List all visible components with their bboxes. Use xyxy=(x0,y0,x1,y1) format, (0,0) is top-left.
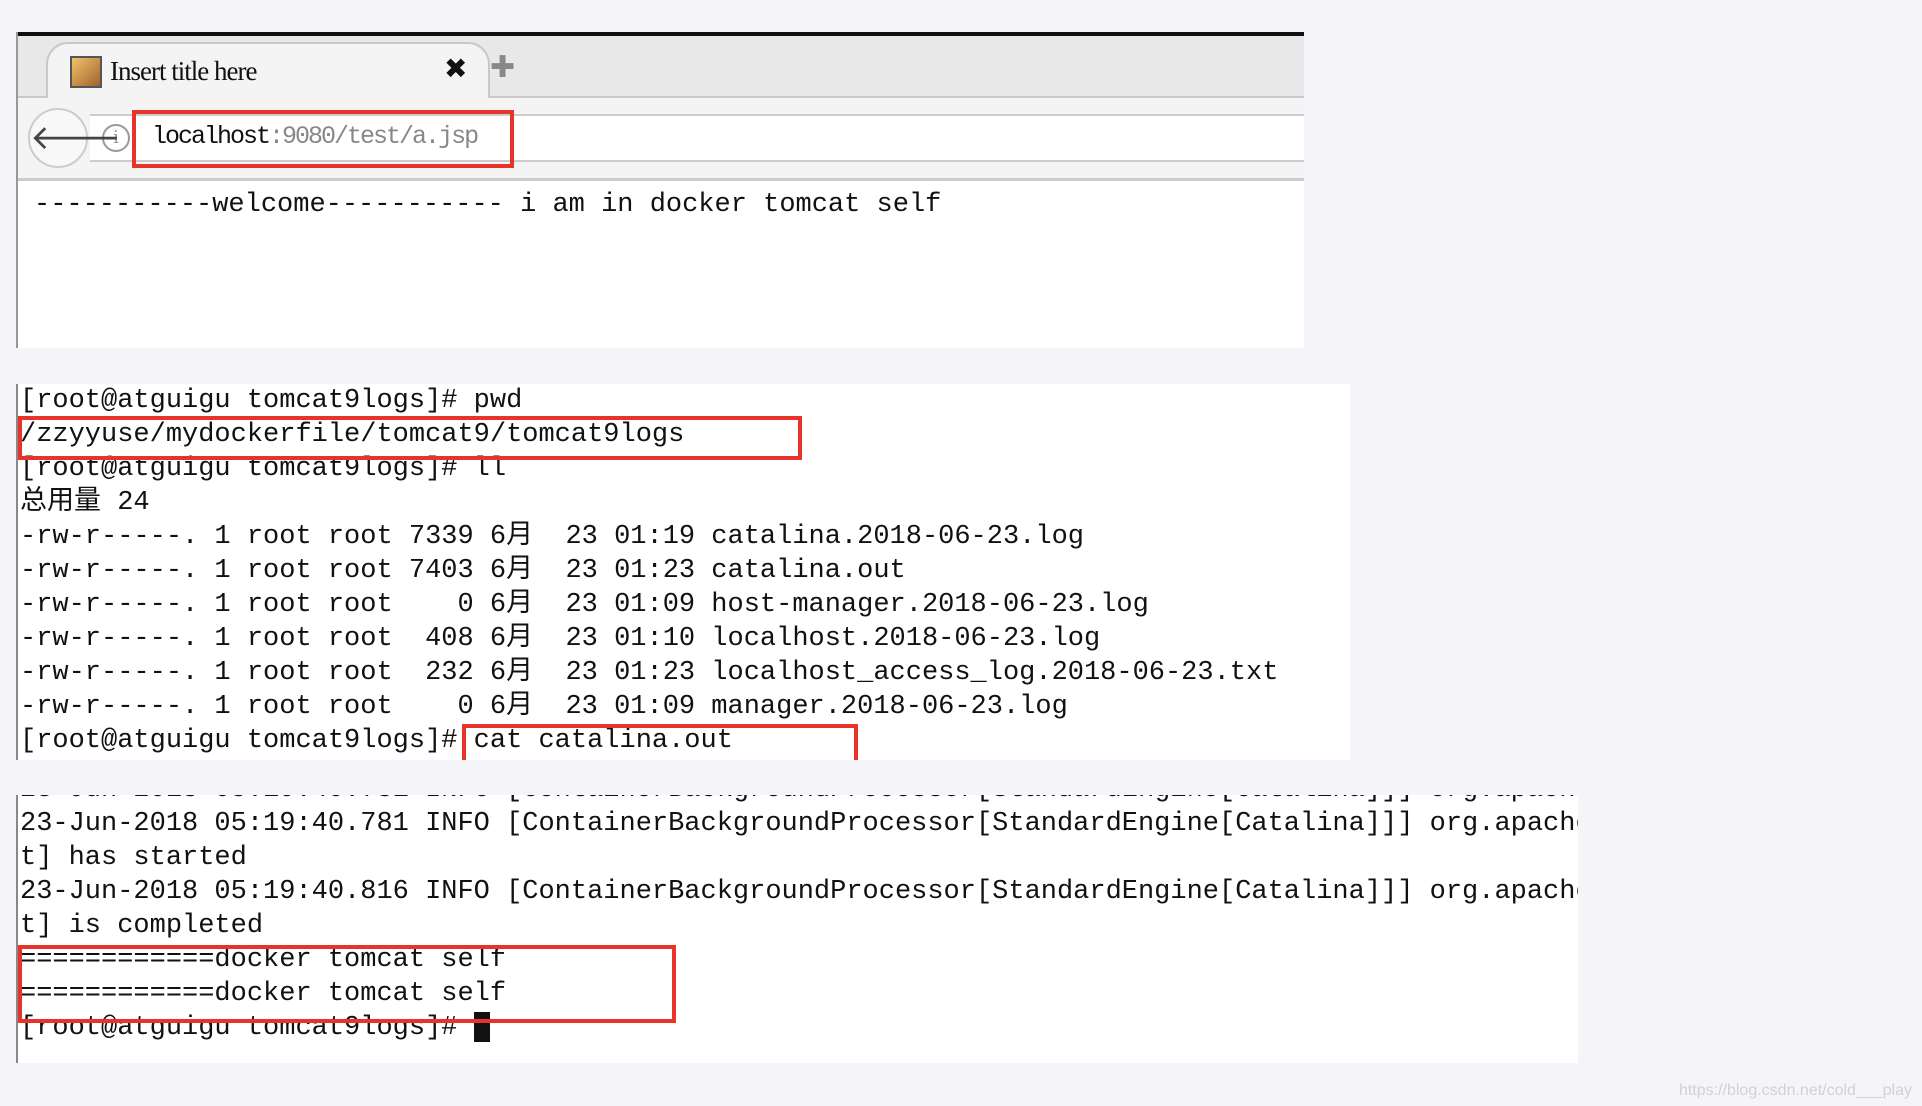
terminal-line: -rw-r-----. 1 root root 408 6月 23 01:10 … xyxy=(20,624,1101,654)
url-highlight-box xyxy=(132,110,514,168)
browser-window: Insert title here ✖ ✚ i localhost:9080/t… xyxy=(16,32,1304,348)
terminal-line: -rw-r-----. 1 root root 0 6月 23 01:09 ma… xyxy=(20,692,1068,722)
terminal-ls-output: [root@atguigu tomcat9logs]# pwd /zzyyuse… xyxy=(16,384,1350,760)
tab-active[interactable]: Insert title here ✖ xyxy=(46,42,490,102)
terminal-line: 23-Jun-2018 05:19:40.816 INFO [Container… xyxy=(20,877,1578,907)
tab-title: Insert title here xyxy=(110,56,257,86)
output-highlight-box xyxy=(18,945,676,1023)
terminal-line: t] has started xyxy=(20,843,247,873)
terminal-line: 23-Jun-2018 05:19:40.781 INFO [Container… xyxy=(18,795,1578,807)
terminal-line: -rw-r-----. 1 root root 0 6月 23 01:09 ho… xyxy=(20,590,1149,620)
pwd-highlight-box xyxy=(18,416,802,460)
new-tab-plus-icon[interactable]: ✚ xyxy=(490,50,515,85)
cat-command-highlight-box xyxy=(462,724,858,760)
terminal-line: 23-Jun-2018 05:19:40.781 INFO [Container… xyxy=(20,809,1578,839)
tomcat-favicon-icon xyxy=(70,56,102,88)
terminal-line: -rw-r-----. 1 root root 7403 6月 23 01:23… xyxy=(20,556,906,586)
page-content-text: -----------welcome----------- i am in do… xyxy=(34,190,942,220)
terminal-line: -rw-r-----. 1 root root 7339 6月 23 01:19… xyxy=(20,522,1084,552)
watermark: https://blog.csdn.net/cold___play xyxy=(1678,1082,1912,1099)
back-arrow-icon[interactable]: 🡐 xyxy=(28,108,121,168)
terminal-line: 总用量 24 xyxy=(20,488,150,518)
terminal-line: -rw-r-----. 1 root root 232 6月 23 01:23 … xyxy=(20,658,1279,688)
terminal-line: t] is completed xyxy=(20,911,264,941)
tab-bar: Insert title here ✖ ✚ xyxy=(18,36,1304,102)
terminal-catalina-output: 23-Jun-2018 05:19:40.781 INFO [Container… xyxy=(16,795,1578,1063)
close-tab-icon[interactable]: ✖ xyxy=(444,52,467,85)
terminal-line: [root@atguigu tomcat9logs]# pwd xyxy=(20,386,523,416)
